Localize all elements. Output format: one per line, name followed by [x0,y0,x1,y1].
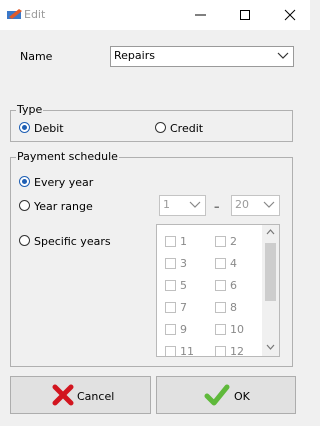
checkbox-box[interactable] [215,346,226,356]
year-checkbox-12[interactable]: 12 [215,345,244,357]
scroll-down-icon[interactable] [266,344,275,350]
year-checkbox-label: 8 [230,301,237,314]
debit-label[interactable]: Debit [34,122,64,135]
year-checkbox-5[interactable]: 5 [165,279,187,292]
year-checkbox-1[interactable]: 1 [165,235,187,248]
type-group-title: Type [16,103,44,116]
checkbox-box[interactable] [165,302,176,313]
checkbox-box[interactable] [215,236,226,247]
cancel-button[interactable]: Cancel [10,376,151,414]
title-bar: Edit [0,0,310,30]
credit-radio[interactable] [155,122,166,133]
year-range-to-value: 20 [235,198,249,211]
checkbox-box[interactable] [165,324,176,335]
year-checkbox-label: 2 [230,235,237,248]
checkmark-icon [204,384,230,406]
year-checkbox-3[interactable]: 3 [165,257,187,270]
name-combobox[interactable]: Repairs [110,46,294,67]
year-range-separator: – [214,200,220,213]
specific-years-list[interactable]: 1 2 3 4 5 6 7 8 9 10 11 12 [156,224,280,357]
name-label: Name [20,50,53,63]
every-year-label[interactable]: Every year [34,176,93,189]
specific-years-radio[interactable] [19,235,30,246]
checkbox-box[interactable] [165,258,176,269]
year-checkbox-6[interactable]: 6 [215,279,237,292]
year-checkbox-label: 1 [180,235,187,248]
year-range-label[interactable]: Year range [34,200,93,213]
year-checkbox-label: 5 [180,279,187,292]
checkbox-box[interactable] [165,346,176,356]
window-title: Edit [24,8,46,21]
checkbox-box[interactable] [215,302,226,313]
chevron-down-icon[interactable] [277,52,289,60]
checkbox-box[interactable] [215,324,226,335]
year-checkbox-4[interactable]: 4 [215,257,237,270]
year-checkbox-8[interactable]: 8 [215,301,237,314]
year-checkbox-label: 7 [180,301,187,314]
year-checkbox-2[interactable]: 2 [215,235,237,248]
year-checkbox-9[interactable]: 9 [165,323,187,336]
year-checkbox-label: 4 [230,257,237,270]
maximize-icon[interactable] [234,5,256,25]
minimize-icon[interactable] [190,5,212,25]
year-range-from-value: 1 [163,198,170,211]
year-range-from-select[interactable]: 1 [159,195,206,216]
year-checkbox-label: 3 [180,257,187,270]
year-checkbox-label: 9 [180,323,187,336]
every-year-radio[interactable] [19,176,30,187]
year-range-to-select[interactable]: 20 [231,195,280,216]
cancel-button-label: Cancel [77,390,115,403]
specific-years-label[interactable]: Specific years [34,235,111,248]
ledger-pen-icon [7,9,22,19]
year-checkbox-10[interactable]: 10 [215,323,244,336]
year-checkbox-7[interactable]: 7 [165,301,187,314]
ok-button[interactable]: OK [156,376,296,414]
year-checkbox-label: 6 [230,279,237,292]
scrollbar-thumb[interactable] [265,243,276,301]
year-range-radio[interactable] [19,200,30,211]
payment-schedule-title: Payment schedule [16,150,119,163]
chevron-down-icon[interactable] [263,201,275,209]
year-checkbox-label: 11 [180,345,194,357]
chevron-down-icon[interactable] [189,201,201,209]
vertical-scrollbar[interactable] [262,225,279,356]
name-value: Repairs [114,49,155,62]
year-checkbox-label: 12 [230,345,244,357]
ok-button-label: OK [234,390,250,403]
checkbox-box[interactable] [215,258,226,269]
checkbox-box[interactable] [165,236,176,247]
scroll-up-icon[interactable] [266,229,275,235]
checkbox-box[interactable] [215,280,226,291]
credit-label[interactable]: Credit [170,122,203,135]
cancel-x-icon [52,384,74,406]
checkbox-box[interactable] [165,280,176,291]
year-checkbox-11[interactable]: 11 [165,345,194,357]
close-icon[interactable] [279,5,301,25]
year-checkbox-label: 10 [230,323,244,336]
debit-radio[interactable] [19,122,30,133]
